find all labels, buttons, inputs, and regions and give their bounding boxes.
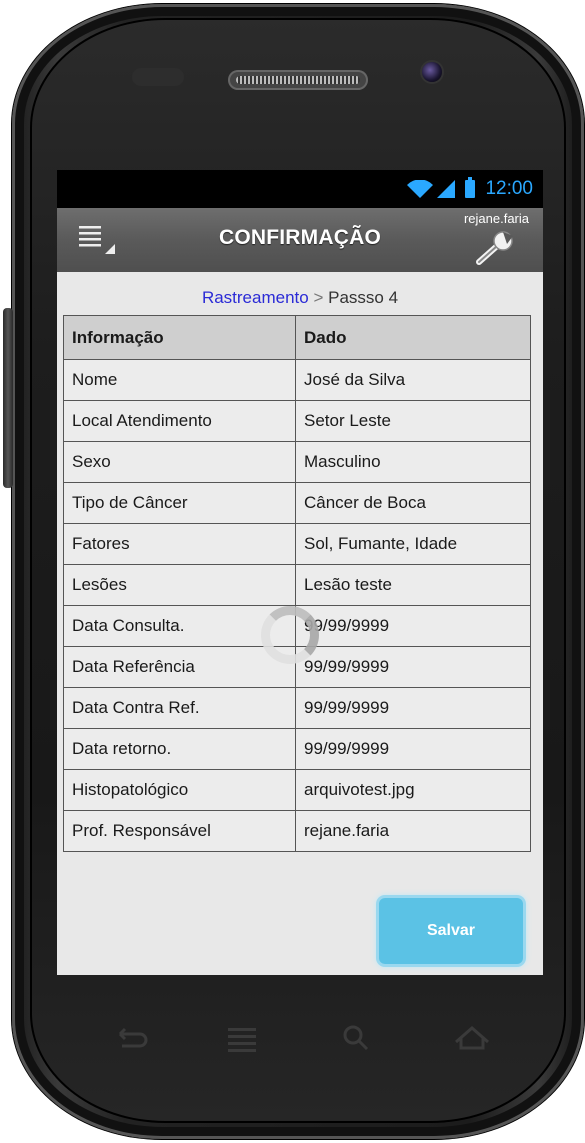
table-row: Sexo Masculino [63,441,531,483]
column-header: Dado [295,315,531,360]
info-label-cell: Fatores [63,523,296,565]
info-value-cell: Setor Leste [295,400,531,442]
table-row: Tipo de Câncer Câncer de Boca [63,482,531,524]
earpiece-speaker [228,70,368,90]
save-button[interactable]: Salvar [379,898,523,964]
wifi-icon [407,180,434,198]
table-row: Fatores Sol, Fumante, Idade [63,523,531,565]
info-label-cell: Data retorno. [63,728,296,770]
info-value-cell: José da Silva [295,359,531,401]
breadcrumb: Rastreamento > Passso 4 [57,288,543,308]
signal-icon [437,180,456,198]
info-value-cell: Câncer de Boca [295,482,531,524]
table-row: Prof. Responsável rejane.faria [63,810,531,852]
info-value-cell: 99/99/9999 [295,687,531,729]
info-value-cell: 99/99/9999 [295,646,531,688]
hardware-nav-bar [80,1020,520,1060]
volume-button [3,308,13,488]
wrench-icon[interactable] [475,230,515,266]
info-label-cell: Lesões [63,564,296,606]
loading-spinner-icon [261,606,319,664]
info-value-cell: Masculino [295,441,531,483]
search-icon[interactable] [336,1020,376,1056]
proximity-sensor [132,68,184,86]
recent-apps-icon[interactable] [222,1020,262,1056]
info-label-cell: Prof. Responsável [63,810,296,852]
info-label-cell: Data Contra Ref. [63,687,296,729]
table-row: Data retorno. 99/99/9999 [63,728,531,770]
breadcrumb-current: Passso 4 [328,288,399,307]
info-value-cell: Lesão teste [295,564,531,606]
info-value-cell: 99/99/9999 [295,728,531,770]
table-row: Local Atendimento Setor Leste [63,400,531,442]
status-clock: 12:00 [485,178,533,199]
back-icon[interactable] [110,1020,150,1056]
user-label: rejane.faria [463,211,529,226]
info-label-cell: Sexo [63,441,296,483]
table-row: Histopatológico arquivotest.jpg [63,769,531,811]
battery-icon [465,177,476,198]
info-label-cell: Local Atendimento [63,400,296,442]
front-camera [422,62,442,82]
page-title: CONFIRMAÇÃO [218,226,382,249]
info-value-cell: rejane.faria [295,810,531,852]
info-value-cell: 99/99/9999 [295,605,531,647]
table-row: Data Contra Ref. 99/99/9999 [63,687,531,729]
app-screen: 12:00 CONFIRMAÇÃO rejane.faria Rastreame… [57,170,543,975]
info-value-cell: arquivotest.jpg [295,769,531,811]
info-label-cell: Nome [63,359,296,401]
info-label-cell: Histopatológico [63,769,296,811]
table-row: Nome José da Silva [63,359,531,401]
info-value-cell: Sol, Fumante, Idade [295,523,531,565]
table-header-row: Informação Dado [63,315,531,360]
column-header: Informação [63,315,296,360]
home-icon[interactable] [452,1020,492,1056]
table-body: Nome José da Silva Local Atendimento Setor … [63,359,531,852]
breadcrumb-link[interactable]: Rastreamento [202,288,309,307]
info-label-cell: Tipo de Câncer [63,482,296,524]
breadcrumb-separator: > [313,288,324,307]
info-label-cell: Data Referência [63,646,296,688]
table-row: Lesões Lesão teste [63,564,531,606]
confirmation-table: Informação Dado Nome José da Silva Local A… [63,315,531,852]
status-bar: 12:00 [57,170,543,208]
app-bar: CONFIRMAÇÃO rejane.faria [57,208,543,272]
